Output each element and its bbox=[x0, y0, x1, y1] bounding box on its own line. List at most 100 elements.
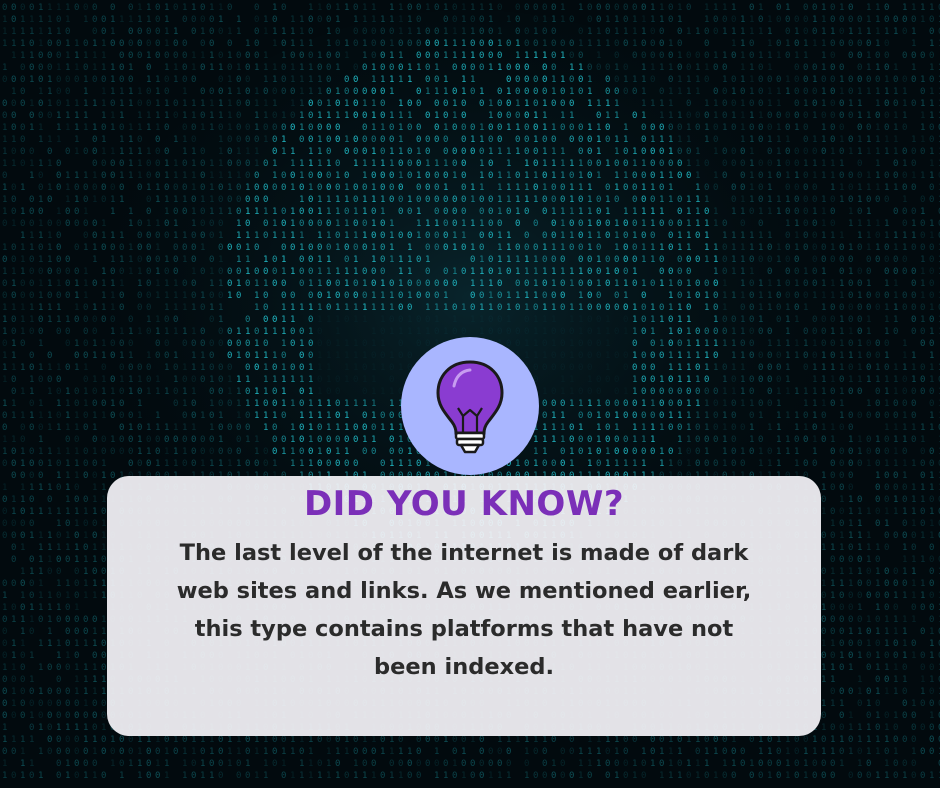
svg-text:0: 0 bbox=[137, 219, 142, 229]
svg-text:1: 1 bbox=[614, 183, 619, 193]
svg-text:1: 1 bbox=[659, 207, 664, 217]
svg-text:1: 1 bbox=[587, 207, 592, 217]
svg-text:1: 1 bbox=[317, 447, 322, 457]
svg-text:0: 0 bbox=[767, 399, 772, 409]
svg-text:1: 1 bbox=[308, 759, 313, 769]
svg-text:1: 1 bbox=[371, 3, 376, 13]
svg-text:0: 0 bbox=[695, 387, 700, 397]
svg-text:0: 0 bbox=[632, 735, 637, 745]
svg-text:0: 0 bbox=[488, 39, 493, 49]
svg-text:0: 0 bbox=[596, 267, 601, 277]
svg-text:1: 1 bbox=[155, 375, 160, 385]
svg-text:1: 1 bbox=[101, 591, 106, 601]
svg-text:1: 1 bbox=[605, 267, 610, 277]
svg-text:1: 1 bbox=[614, 171, 619, 181]
svg-text:0: 0 bbox=[497, 3, 502, 13]
svg-text:1: 1 bbox=[560, 75, 565, 85]
svg-text:0: 0 bbox=[677, 387, 682, 397]
svg-text:1: 1 bbox=[767, 771, 772, 781]
svg-text:0: 0 bbox=[38, 315, 43, 325]
svg-text:1: 1 bbox=[155, 423, 160, 433]
svg-text:1: 1 bbox=[749, 15, 754, 25]
svg-text:0: 0 bbox=[767, 759, 772, 769]
svg-text:1: 1 bbox=[578, 3, 583, 13]
svg-text:1: 1 bbox=[281, 375, 286, 385]
svg-text:0: 0 bbox=[776, 747, 781, 757]
svg-text:1: 1 bbox=[605, 111, 610, 121]
svg-text:0: 0 bbox=[713, 183, 718, 193]
svg-text:1: 1 bbox=[785, 411, 790, 421]
svg-text:0: 0 bbox=[146, 267, 151, 277]
svg-text:1: 1 bbox=[209, 399, 214, 409]
svg-text:1: 1 bbox=[677, 375, 682, 385]
svg-text:1: 1 bbox=[551, 75, 556, 85]
svg-text:0: 0 bbox=[749, 315, 754, 325]
svg-text:1: 1 bbox=[362, 771, 367, 781]
svg-text:0: 0 bbox=[551, 459, 556, 469]
svg-text:1: 1 bbox=[29, 159, 34, 169]
svg-text:1: 1 bbox=[506, 255, 511, 265]
svg-text:0: 0 bbox=[551, 51, 556, 61]
svg-text:0: 0 bbox=[416, 735, 421, 745]
svg-text:0: 0 bbox=[92, 3, 97, 13]
svg-text:1: 1 bbox=[308, 183, 313, 193]
svg-text:1: 1 bbox=[587, 75, 592, 85]
svg-text:0: 0 bbox=[560, 99, 565, 109]
svg-text:1: 1 bbox=[371, 411, 376, 421]
svg-text:0: 0 bbox=[335, 27, 340, 37]
svg-text:1: 1 bbox=[551, 315, 556, 325]
svg-text:0: 0 bbox=[407, 279, 412, 289]
svg-text:1: 1 bbox=[686, 87, 691, 97]
svg-text:1: 1 bbox=[407, 267, 412, 277]
svg-text:0: 0 bbox=[101, 15, 106, 25]
svg-text:0: 0 bbox=[236, 123, 241, 133]
svg-text:0: 0 bbox=[623, 231, 628, 241]
svg-text:0: 0 bbox=[65, 627, 70, 637]
svg-text:1: 1 bbox=[497, 771, 502, 781]
svg-text:1: 1 bbox=[38, 771, 43, 781]
svg-text:1: 1 bbox=[335, 351, 340, 361]
svg-text:1: 1 bbox=[38, 363, 43, 373]
svg-text:0: 0 bbox=[137, 183, 142, 193]
svg-text:1: 1 bbox=[389, 87, 394, 97]
svg-text:1: 1 bbox=[578, 423, 583, 433]
svg-text:0: 0 bbox=[605, 747, 610, 757]
svg-text:1: 1 bbox=[596, 399, 601, 409]
svg-text:0: 0 bbox=[416, 135, 421, 145]
svg-text:0: 0 bbox=[29, 147, 34, 157]
svg-text:1: 1 bbox=[695, 183, 700, 193]
svg-text:1: 1 bbox=[623, 459, 628, 469]
svg-text:0: 0 bbox=[83, 447, 88, 457]
svg-text:1: 1 bbox=[569, 459, 574, 469]
svg-text:0: 0 bbox=[227, 3, 232, 13]
svg-text:0: 0 bbox=[38, 327, 43, 337]
svg-text:0: 0 bbox=[407, 171, 412, 181]
svg-text:0: 0 bbox=[686, 255, 691, 265]
svg-text:0: 0 bbox=[47, 567, 52, 577]
svg-text:1: 1 bbox=[65, 51, 70, 61]
svg-text:1: 1 bbox=[497, 231, 502, 241]
svg-text:1: 1 bbox=[38, 39, 43, 49]
svg-text:0: 0 bbox=[542, 747, 547, 757]
svg-text:1: 1 bbox=[110, 111, 115, 121]
svg-text:0: 0 bbox=[92, 567, 97, 577]
svg-text:0: 0 bbox=[605, 3, 610, 13]
svg-text:1: 1 bbox=[686, 423, 691, 433]
svg-text:1: 1 bbox=[551, 267, 556, 277]
svg-text:0: 0 bbox=[389, 123, 394, 133]
svg-text:0: 0 bbox=[695, 423, 700, 433]
svg-text:0: 0 bbox=[515, 219, 520, 229]
svg-text:0: 0 bbox=[731, 411, 736, 421]
svg-text:1: 1 bbox=[704, 231, 709, 241]
svg-text:1: 1 bbox=[452, 315, 457, 325]
svg-text:1: 1 bbox=[245, 399, 250, 409]
svg-text:1: 1 bbox=[56, 423, 61, 433]
svg-text:0: 0 bbox=[74, 75, 79, 85]
svg-text:0: 0 bbox=[200, 747, 205, 757]
svg-text:1: 1 bbox=[560, 231, 565, 241]
svg-text:1: 1 bbox=[182, 135, 187, 145]
svg-text:0: 0 bbox=[731, 123, 736, 133]
svg-text:0: 0 bbox=[749, 123, 754, 133]
svg-text:1: 1 bbox=[254, 291, 259, 301]
svg-text:1: 1 bbox=[398, 771, 403, 781]
